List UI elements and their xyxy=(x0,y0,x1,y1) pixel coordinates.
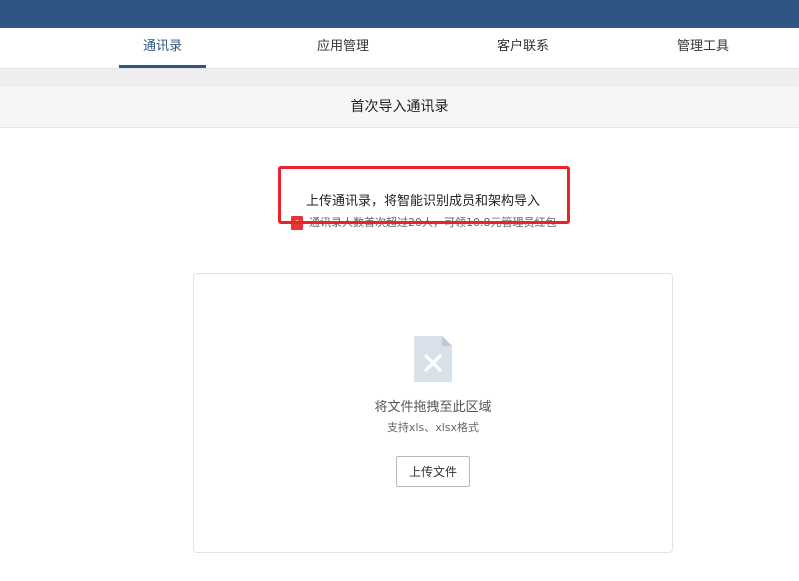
excel-file-icon xyxy=(414,336,452,382)
tab-customer-contact[interactable]: 客户联系 xyxy=(480,28,566,68)
tab-app-management-label: 应用管理 xyxy=(316,39,369,54)
main-nav: 通讯录 应用管理 客户联系 管理工具 xyxy=(0,28,799,69)
section-divider xyxy=(0,69,799,87)
upload-file-button[interactable]: 上传文件 xyxy=(396,456,470,487)
page-title: 首次导入通讯录 xyxy=(0,87,799,128)
annotation-highlight-box xyxy=(278,166,570,224)
file-drop-zone[interactable]: 将文件拖拽至此区域 支持xls、xlsx格式 上传文件 xyxy=(193,273,673,553)
tab-contacts-label: 通讯录 xyxy=(142,39,182,54)
tab-management-tools[interactable]: 管理工具 xyxy=(660,28,746,68)
drop-hint: 将文件拖拽至此区域 xyxy=(374,400,492,415)
tab-management-tools-label: 管理工具 xyxy=(676,39,729,54)
tab-contacts[interactable]: 通讯录 xyxy=(119,28,206,68)
format-hint: 支持xls、xlsx格式 xyxy=(386,421,480,434)
tab-app-management[interactable]: 应用管理 xyxy=(300,28,386,68)
tab-customer-contact-label: 客户联系 xyxy=(496,39,549,54)
top-header-bar xyxy=(0,0,799,28)
